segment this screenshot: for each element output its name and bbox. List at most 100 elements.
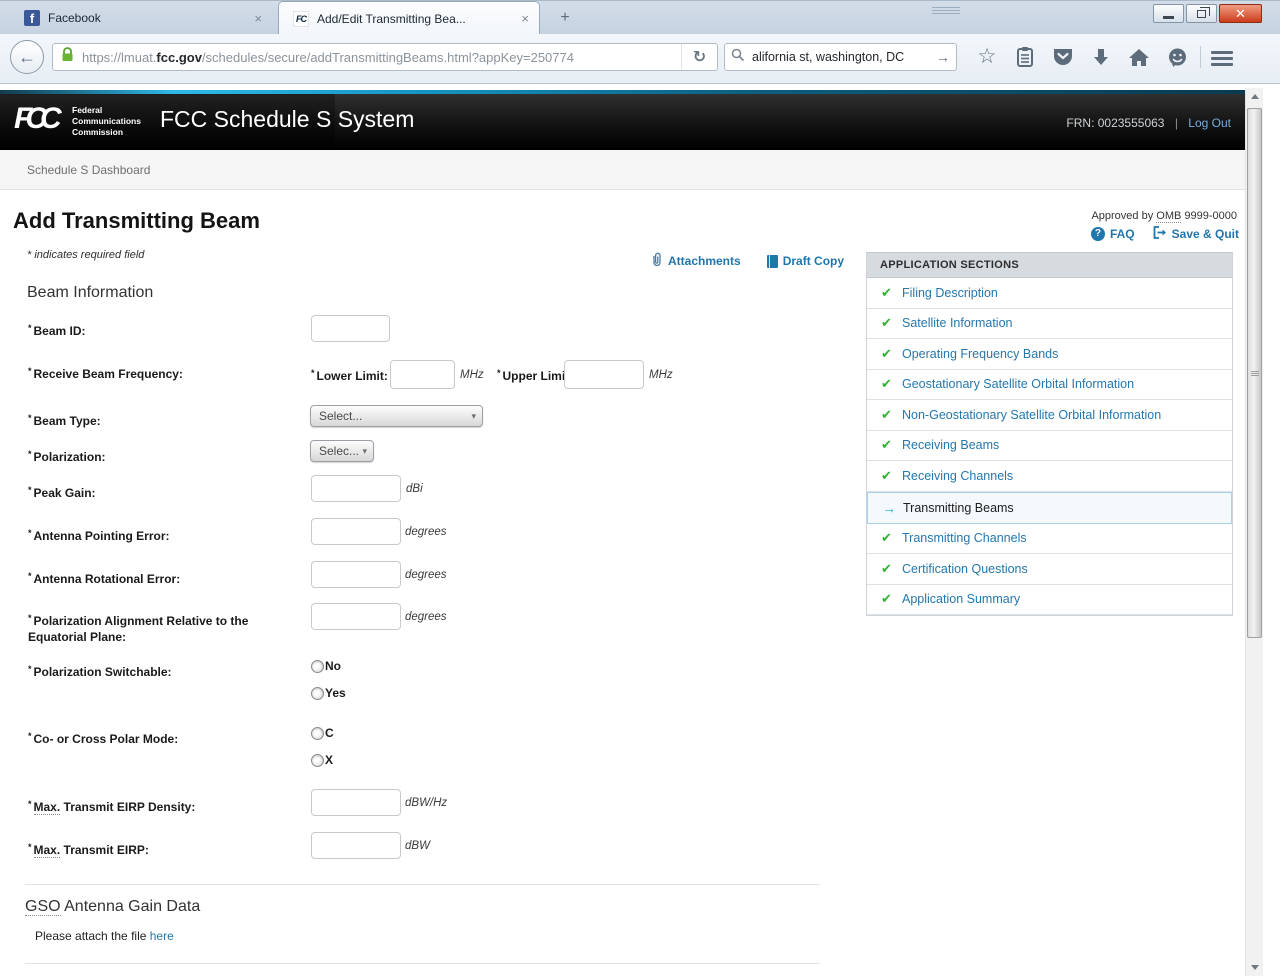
toolbar-separator xyxy=(1200,46,1201,68)
sidebar-item-certification-questions[interactable]: ✔Certification Questions xyxy=(867,554,1232,585)
logout-link[interactable]: Log Out xyxy=(1188,116,1231,130)
sidebar-item-satellite-information[interactable]: ✔Satellite Information xyxy=(867,309,1232,340)
home-icon[interactable] xyxy=(1120,47,1158,67)
tab-add-edit-transmitting-beams[interactable]: FC Add/Edit Transmitting Bea... × xyxy=(278,1,540,35)
lower-limit-input[interactable] xyxy=(390,360,455,389)
polarization-switchable-no-radio[interactable] xyxy=(311,660,324,673)
antenna-pointing-error-input[interactable] xyxy=(311,518,401,545)
upper-limit-unit: MHz xyxy=(649,369,673,381)
check-icon: ✔ xyxy=(881,407,902,423)
sidebar-item-filing-description[interactable]: ✔Filing Description xyxy=(867,278,1232,309)
application-sections-panel: APPLICATION SECTIONS ✔Filing Description… xyxy=(866,252,1233,616)
paperclip-icon xyxy=(650,252,663,270)
polarization-switchable-label: *Polarization Switchable: xyxy=(28,661,306,680)
polarization-select[interactable]: Selec...▾ xyxy=(310,440,374,462)
check-icon: ✔ xyxy=(881,346,902,362)
back-icon: ← xyxy=(18,47,36,67)
tab-title: Add/Edit Transmitting Bea... xyxy=(317,12,515,26)
url-bar[interactable]: https://lmuat.fcc.gov/schedules/secure/a… xyxy=(52,43,718,71)
page-title: Add Transmitting Beam xyxy=(13,208,260,234)
sidebar-item-application-summary[interactable]: ✔Application Summary xyxy=(867,585,1232,616)
application-sections-header: APPLICATION SECTIONS xyxy=(867,252,1232,278)
upper-limit-label: *Upper Limit: xyxy=(497,368,573,383)
save-quit-link[interactable]: Save & Quit xyxy=(1153,226,1239,242)
search-go-icon[interactable]: → xyxy=(936,49,950,65)
search-icon xyxy=(731,48,745,67)
sidebar-item-receiving-beams[interactable]: ✔Receiving Beams xyxy=(867,431,1232,462)
back-button[interactable]: ← xyxy=(10,40,44,74)
antenna-rotational-error-input[interactable] xyxy=(311,561,401,588)
copolar-mode-label: *Co- or Cross Polar Mode: xyxy=(28,728,306,747)
scrollbar-down-icon[interactable] xyxy=(1246,959,1264,976)
lower-limit-label: *Lower Limit: xyxy=(311,368,388,383)
close-button[interactable]: ✕ xyxy=(1219,4,1262,23)
copolar-c-radio[interactable] xyxy=(311,727,324,740)
breadcrumb[interactable]: Schedule S Dashboard xyxy=(27,163,150,177)
peak-gain-input[interactable] xyxy=(311,475,401,502)
tab-close-icon[interactable]: × xyxy=(521,11,529,26)
antenna-pointing-error-label: *Antenna Pointing Error: xyxy=(28,525,306,544)
polarization-alignment-input[interactable] xyxy=(311,603,401,630)
question-circle-icon: ? xyxy=(1091,227,1105,241)
antenna-rotational-error-label: *Antenna Rotational Error: xyxy=(28,568,306,587)
tab-facebook[interactable]: f Facebook × xyxy=(6,1,272,35)
restore-button[interactable] xyxy=(1186,4,1217,23)
check-icon: ✔ xyxy=(881,468,902,484)
sidebar-item-transmitting-channels[interactable]: ✔Transmitting Channels xyxy=(867,524,1232,555)
fcc-favicon: FC xyxy=(293,11,309,27)
hello-smiley-icon[interactable] xyxy=(1158,47,1196,68)
antenna-pointing-error-unit: degrees xyxy=(405,526,447,538)
draft-copy-link[interactable]: Draft Copy xyxy=(767,254,844,268)
frn-label: FRN: 0023555063 xyxy=(1066,116,1164,130)
tab-title: Facebook xyxy=(48,11,248,25)
polarization-alignment-unit: degrees xyxy=(405,611,447,623)
reload-icon: ↻ xyxy=(693,47,706,67)
max-transmit-eirp-density-input[interactable] xyxy=(311,789,401,816)
sidebar-item-operating-frequency-bands[interactable]: ✔Operating Frequency Bands xyxy=(867,339,1232,370)
polarization-switchable-yes-radio[interactable] xyxy=(311,687,324,700)
menu-icon[interactable] xyxy=(1205,45,1239,69)
pocket-icon[interactable] xyxy=(1044,47,1082,67)
sidebar-item-non-geostationary-orbital-info[interactable]: ✔Non-Geostationary Satellite Orbital Inf… xyxy=(867,400,1232,431)
bookmarks-menu-icon[interactable] xyxy=(1006,46,1044,68)
receive-beam-frequency-label: *Receive Beam Frequency: xyxy=(28,363,306,382)
search-input[interactable] xyxy=(750,49,936,65)
scrollbar-thumb[interactable] xyxy=(1247,108,1262,638)
polarization-alignment-label: *Polarization Alignment Relative to the … xyxy=(28,610,286,645)
bookmark-star-icon[interactable]: ☆ xyxy=(968,44,1006,70)
browser-tab-bar: f Facebook × FC Add/Edit Transmitting Be… xyxy=(0,0,1280,34)
check-icon: ✔ xyxy=(881,530,902,546)
upper-limit-input[interactable] xyxy=(564,360,644,389)
scrollbar-up-icon[interactable] xyxy=(1246,88,1264,105)
reload-button[interactable]: ↻ xyxy=(681,44,717,70)
copolar-x-radio[interactable] xyxy=(311,754,324,767)
check-icon: ✔ xyxy=(881,285,902,301)
check-icon: ✔ xyxy=(881,437,902,453)
download-icon[interactable] xyxy=(1082,47,1120,67)
faq-link[interactable]: ? FAQ xyxy=(1091,227,1135,241)
app-title: FCC Schedule S System xyxy=(160,106,414,133)
check-icon: ✔ xyxy=(881,591,902,607)
search-bar[interactable]: → xyxy=(724,43,957,71)
minimize-button[interactable] xyxy=(1153,4,1184,23)
sidebar-item-geostationary-orbital-info[interactable]: ✔Geostationary Satellite Orbital Informa… xyxy=(867,370,1232,401)
page-viewport: FCC Federal Communications Commission FC… xyxy=(0,88,1245,976)
new-tab-button[interactable]: + xyxy=(552,7,578,29)
max-transmit-eirp-unit: dBW xyxy=(405,840,430,852)
check-icon: ✔ xyxy=(881,376,902,392)
current-section-arrow-icon: → xyxy=(882,500,903,516)
beam-id-input[interactable] xyxy=(311,315,390,342)
max-transmit-eirp-input[interactable] xyxy=(311,832,401,859)
attachments-link[interactable]: Attachments xyxy=(650,252,741,270)
attach-here-link[interactable]: here xyxy=(150,929,174,943)
gso-attach-line: Please attach the file here xyxy=(35,929,174,943)
sidebar-item-receiving-channels[interactable]: ✔Receiving Channels xyxy=(867,461,1232,492)
page-scrollbar[interactable] xyxy=(1245,88,1263,976)
tab-close-icon[interactable]: × xyxy=(254,11,262,26)
max-transmit-eirp-label: *Max. Transmit EIRP: xyxy=(28,839,306,858)
lower-limit-unit: MHz xyxy=(460,369,484,381)
beam-type-select[interactable]: Select...▾ xyxy=(310,405,483,427)
antenna-rotational-error-unit: degrees xyxy=(405,569,447,581)
required-note: * indicates required field xyxy=(27,249,144,261)
sidebar-item-transmitting-beams[interactable]: →Transmitting Beams xyxy=(867,492,1232,524)
